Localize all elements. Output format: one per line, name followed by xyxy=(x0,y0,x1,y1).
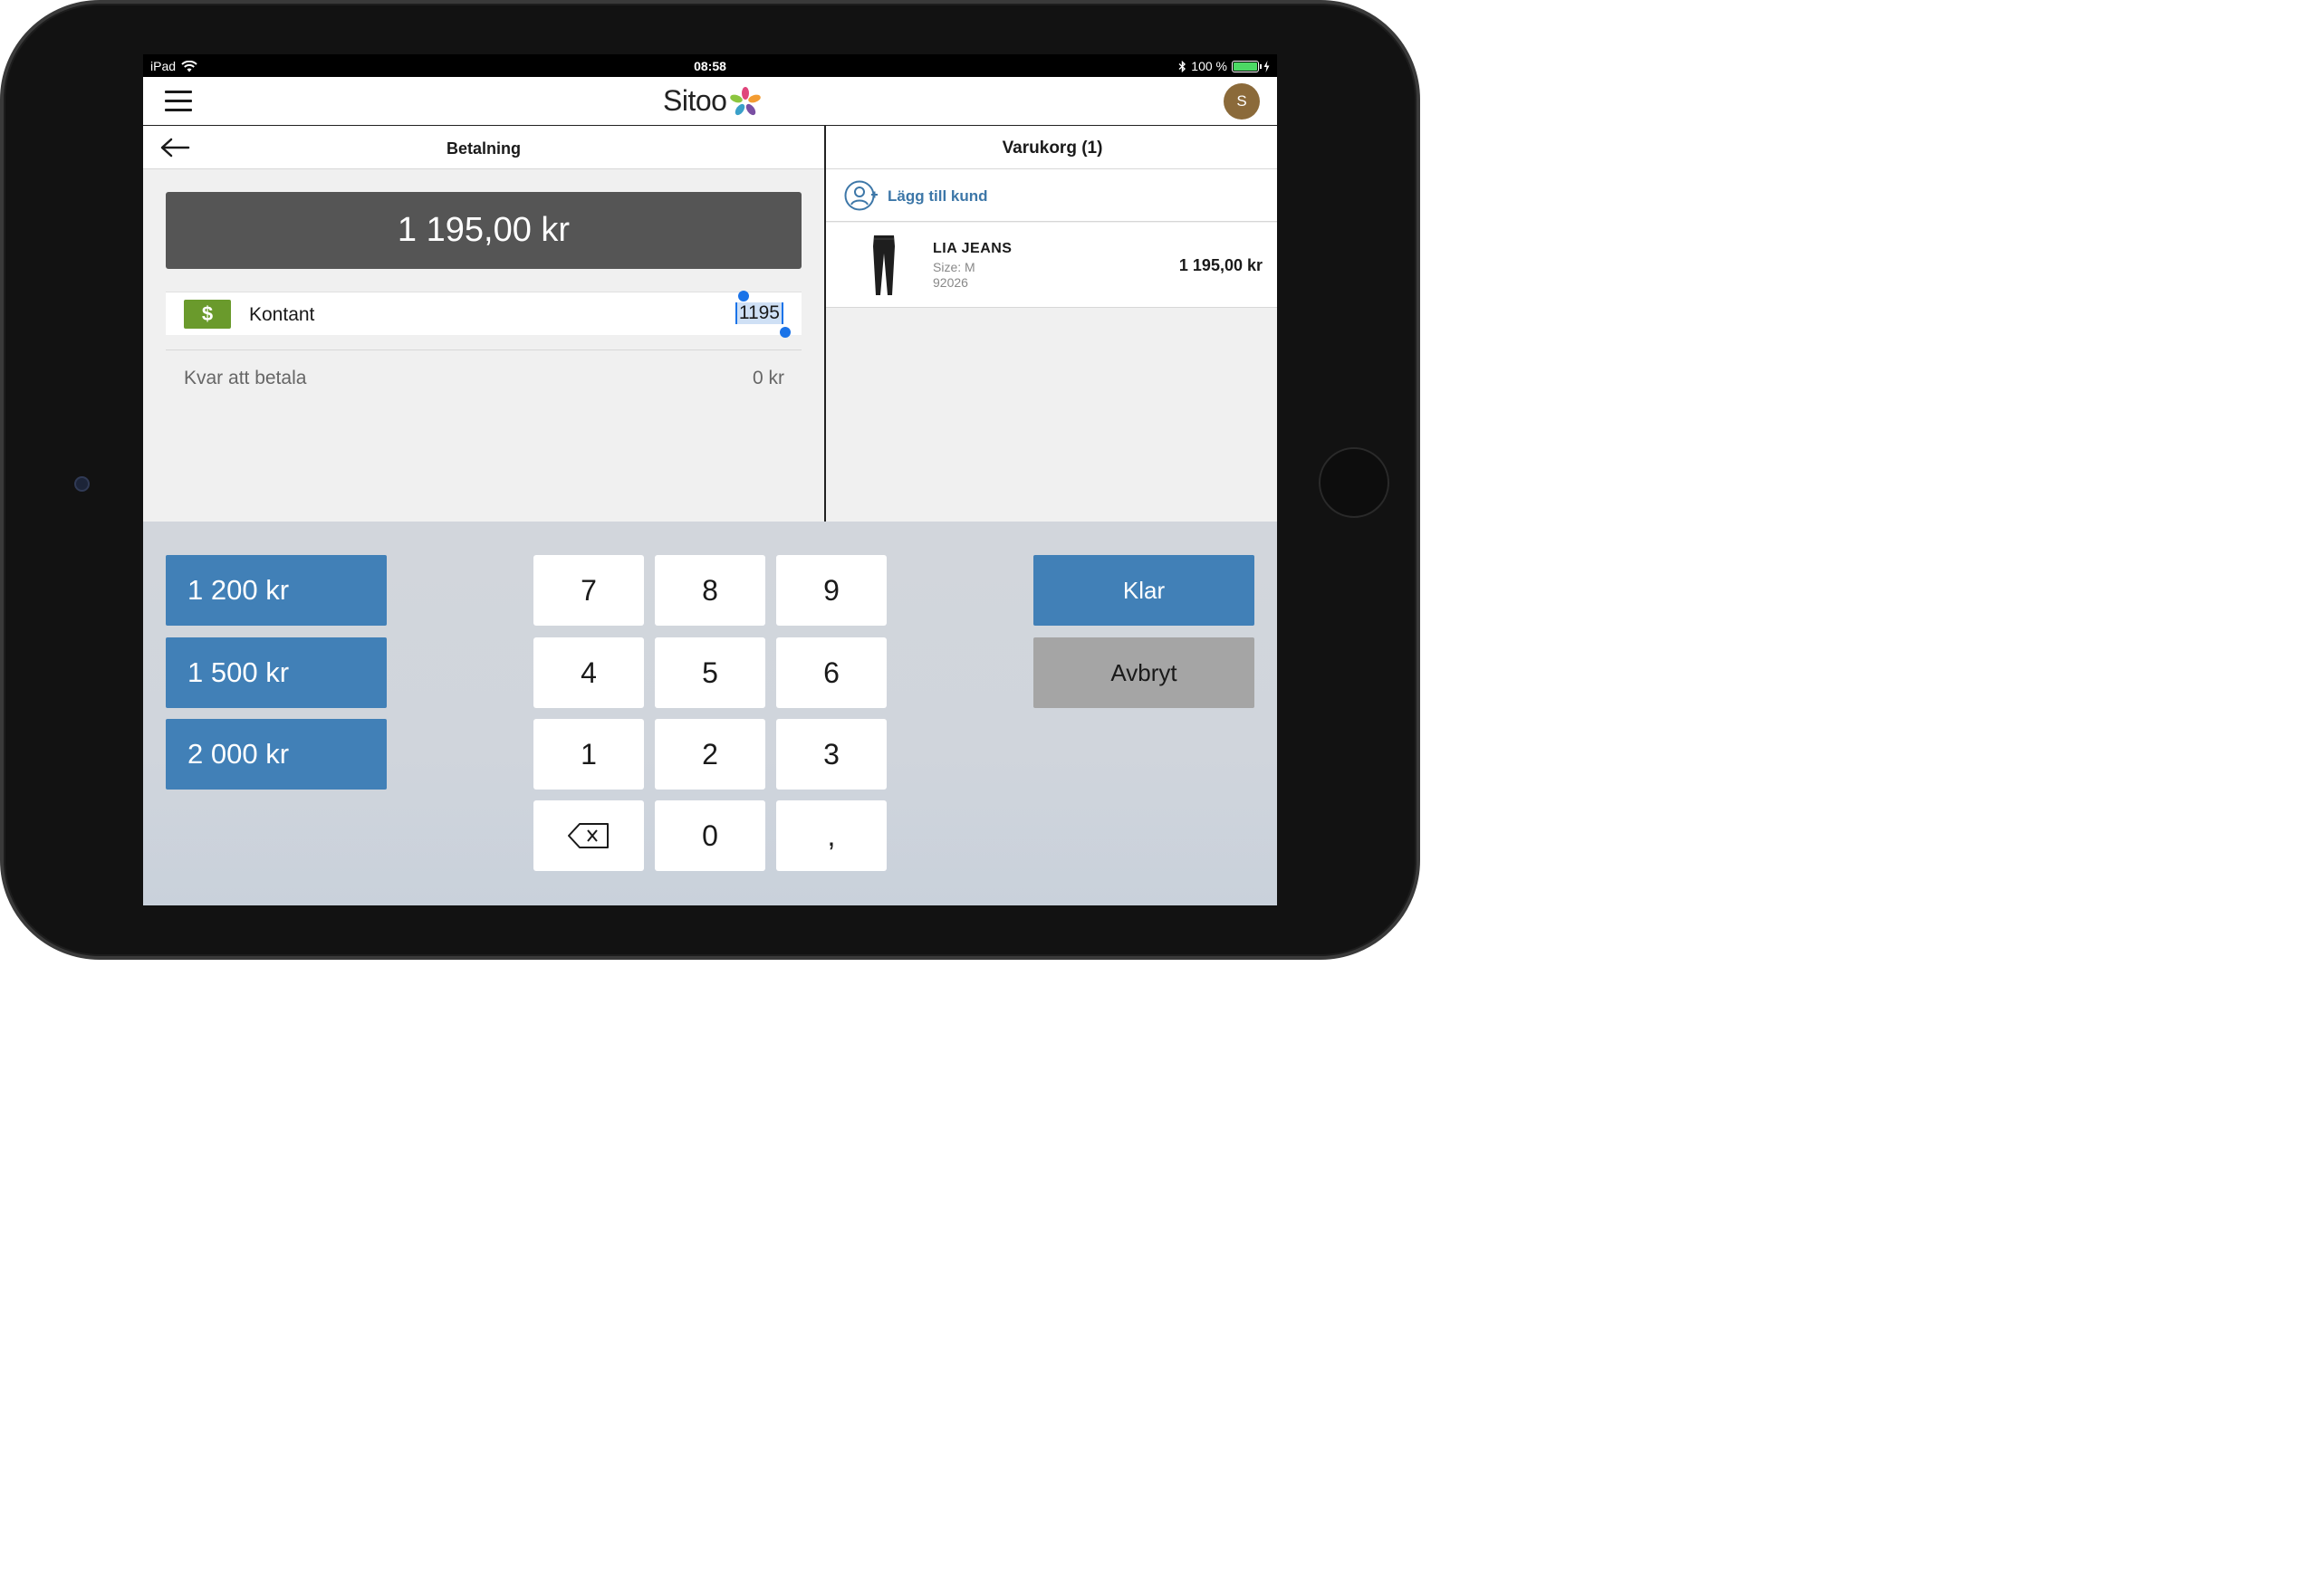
cash-icon: $ xyxy=(184,300,231,329)
sitoo-logo: Sitoo xyxy=(663,84,763,118)
selection-handle-end[interactable] xyxy=(780,327,791,338)
battery-percent: 100 % xyxy=(1191,59,1227,73)
cart-item[interactable]: LIA JEANS Size: M 92026 1 195,00 kr xyxy=(826,223,1277,308)
divider xyxy=(166,349,802,350)
home-button[interactable] xyxy=(1319,447,1389,518)
quick-amount-button[interactable]: 2 000 kr xyxy=(166,719,387,790)
key-0[interactable]: 0 xyxy=(655,800,765,871)
remaining-label: Kvar att betala xyxy=(184,368,307,388)
bluetooth-icon xyxy=(1178,60,1186,72)
item-size: Size: M xyxy=(933,260,975,274)
done-button[interactable]: Klar xyxy=(1033,555,1254,626)
key-6[interactable]: 6 xyxy=(776,637,887,708)
backspace-key[interactable] xyxy=(533,800,644,871)
cancel-button[interactable]: Avbryt xyxy=(1033,637,1254,708)
menu-icon[interactable] xyxy=(165,91,192,112)
clock: 08:58 xyxy=(694,59,726,73)
selection-handle-start[interactable] xyxy=(738,291,749,302)
front-camera xyxy=(74,476,90,492)
avatar[interactable]: S xyxy=(1224,83,1260,120)
payment-panel: Betalning 1 195,00 kr $ Kontant 1195 Kva… xyxy=(143,126,824,522)
app-bar: Sitoo S xyxy=(143,77,1277,126)
key-8[interactable]: 8 xyxy=(655,555,765,626)
key-5[interactable]: 5 xyxy=(655,637,765,708)
cart-panel: Varukorg (1) Lägg till kund LIA JEANS Si… xyxy=(824,126,1277,522)
payment-method-label: Kontant xyxy=(249,304,315,325)
payment-method-row[interactable]: $ Kontant 1195 xyxy=(166,291,802,338)
key-2[interactable]: 2 xyxy=(655,719,765,790)
page-title: Betalning xyxy=(446,139,521,158)
quick-amount-button[interactable]: 1 500 kr xyxy=(166,637,387,708)
add-customer-label: Lägg till kund xyxy=(888,187,988,205)
item-name: LIA JEANS xyxy=(933,241,1013,256)
remaining-value: 0 kr xyxy=(752,368,784,388)
cart-title: Varukorg (1) xyxy=(826,126,1277,169)
total-amount: 1 195,00 kr xyxy=(166,192,802,269)
key-4[interactable]: 4 xyxy=(533,637,644,708)
amount-input[interactable]: 1195 xyxy=(735,302,783,324)
keypad-area: 1 200 kr 1 500 kr 2 000 kr 7 8 9 4 5 6 1… xyxy=(143,522,1277,905)
flower-logo-icon xyxy=(730,86,762,115)
key-1[interactable]: 1 xyxy=(533,719,644,790)
key-9[interactable]: 9 xyxy=(776,555,887,626)
item-price: 1 195,00 kr xyxy=(1178,256,1263,274)
key-3[interactable]: 3 xyxy=(776,719,887,790)
key-7[interactable]: 7 xyxy=(533,555,644,626)
screen: iPad 08:58 100 % Sitoo S Betalning 1 195… xyxy=(143,54,1277,905)
battery-icon xyxy=(1232,60,1262,72)
charging-icon xyxy=(1263,60,1270,72)
backspace-icon xyxy=(568,823,609,848)
add-user-icon xyxy=(844,180,878,211)
item-sku: 92026 xyxy=(933,275,968,290)
add-customer-button[interactable]: Lägg till kund xyxy=(826,169,1277,222)
payment-header: Betalning xyxy=(143,126,824,169)
key-comma[interactable]: , xyxy=(776,800,887,871)
jeans-product-image xyxy=(873,235,895,295)
quick-amount-button[interactable]: 1 200 kr xyxy=(166,555,387,626)
status-bar: iPad 08:58 100 % xyxy=(143,54,1277,77)
